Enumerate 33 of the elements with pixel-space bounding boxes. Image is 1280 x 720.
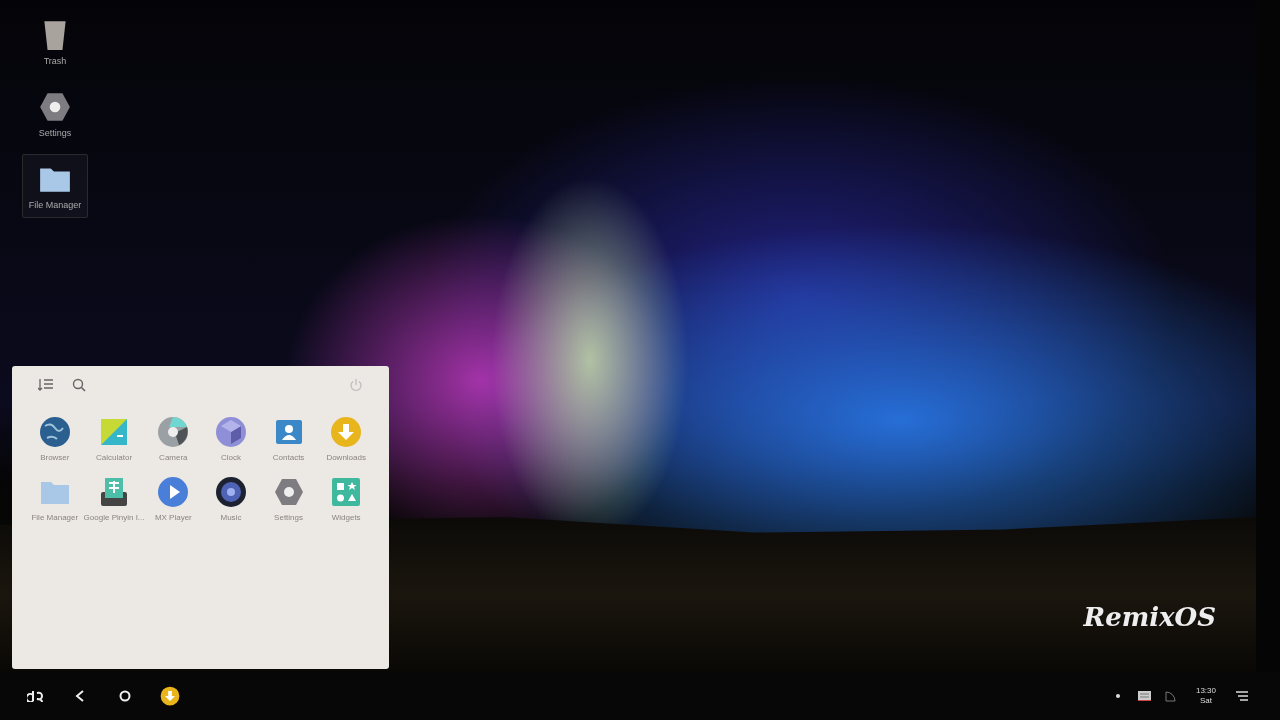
menu-icon[interactable] <box>1236 691 1248 701</box>
app-launcher[interactable]: Music <box>202 474 260 524</box>
os-logo: RemixOS <box>1083 602 1216 632</box>
keyboard-icon[interactable] <box>1137 691 1151 701</box>
app-launcher[interactable]: Google Pinyin I... <box>83 474 145 524</box>
app-launcher[interactable]: Clock <box>202 414 260 464</box>
home-icon[interactable] <box>118 690 131 702</box>
app-launcher[interactable]: Camera <box>144 414 203 464</box>
app-launcher[interactable]: Calculator <box>83 414 145 464</box>
desktop-icon[interactable]: Settings <box>22 82 88 146</box>
signal-icon <box>1164 690 1176 702</box>
camera-aperture-icon <box>157 416 190 448</box>
cube-icon <box>214 416 247 448</box>
app-launcher[interactable]: MX Player <box>144 474 203 524</box>
app-launcher[interactable]: Widgets <box>317 474 375 524</box>
desktop-icon[interactable]: Trash <box>22 10 88 74</box>
globe-icon <box>38 416 71 448</box>
play-icon <box>157 476 190 508</box>
hexagon-nut-icon <box>272 476 305 508</box>
desktop-icon[interactable]: File Manager <box>22 154 88 218</box>
widgets-grid-icon <box>330 476 363 508</box>
hexagon-nut-icon <box>38 90 72 124</box>
dot-icon <box>1115 694 1120 698</box>
app-launcher[interactable]: Contacts <box>259 414 318 464</box>
app-launcher[interactable]: File Manager <box>26 474 84 524</box>
back-icon[interactable] <box>74 690 85 702</box>
speaker-icon <box>214 476 247 508</box>
app-launcher[interactable]: Browser <box>26 414 84 464</box>
sort-list-icon[interactable] <box>38 378 54 392</box>
search-icon[interactable] <box>72 378 86 392</box>
app-launcher[interactable]: Settings <box>259 474 318 524</box>
app-launcher[interactable]: Downloads <box>317 414 375 464</box>
clock[interactable]: 13:30 Sat <box>1195 686 1216 706</box>
